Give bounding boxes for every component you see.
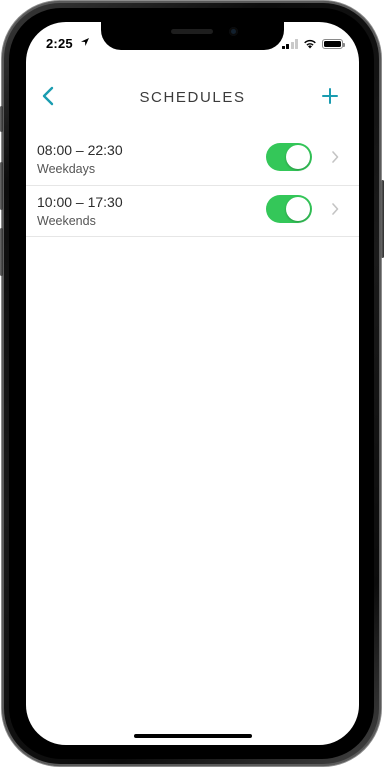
mute-switch (0, 106, 3, 132)
wifi-icon (304, 39, 316, 49)
schedule-row[interactable]: 08:00 – 22:30 Weekdays (26, 134, 359, 185)
back-button[interactable] (38, 84, 58, 108)
toggle-knob (286, 145, 310, 169)
chevron-right-icon (332, 203, 339, 215)
schedule-toggle[interactable] (266, 143, 312, 171)
chevron-right-icon (332, 151, 339, 163)
schedule-days: Weekends (37, 214, 96, 228)
toggle-knob (286, 197, 310, 221)
notch (101, 22, 284, 50)
schedule-toggle[interactable] (266, 195, 312, 223)
page-title: SCHEDULES (139, 89, 246, 106)
speaker-grille (171, 29, 213, 34)
volume-down-button (0, 228, 3, 276)
battery-level (324, 40, 341, 47)
cellular-signal-icon (281, 38, 298, 49)
schedule-row[interactable]: 10:00 – 17:30 Weekends (26, 185, 359, 237)
status-icons (281, 38, 345, 49)
schedule-time-range: 08:00 – 22:30 (37, 142, 123, 158)
battery-icon (322, 38, 345, 49)
schedule-days: Weekdays (37, 162, 96, 176)
add-schedule-button[interactable] (321, 87, 339, 105)
status-time: 2:25 (46, 36, 73, 51)
location-arrow-icon (81, 38, 89, 46)
home-indicator[interactable] (134, 734, 252, 738)
plus-icon (322, 88, 338, 104)
volume-up-button (0, 162, 3, 210)
front-camera (229, 27, 238, 36)
chevron-left-icon (42, 86, 54, 106)
screen: 2:25 SCHEDULES 08:00 – 22:30 Weekdays 10… (26, 22, 359, 745)
schedule-list: 08:00 – 22:30 Weekdays 10:00 – 17:30 Wee… (26, 134, 359, 237)
page: 2:25 SCHEDULES 08:00 – 22:30 Weekdays 10… (0, 0, 384, 768)
schedule-time-range: 10:00 – 17:30 (37, 194, 123, 210)
